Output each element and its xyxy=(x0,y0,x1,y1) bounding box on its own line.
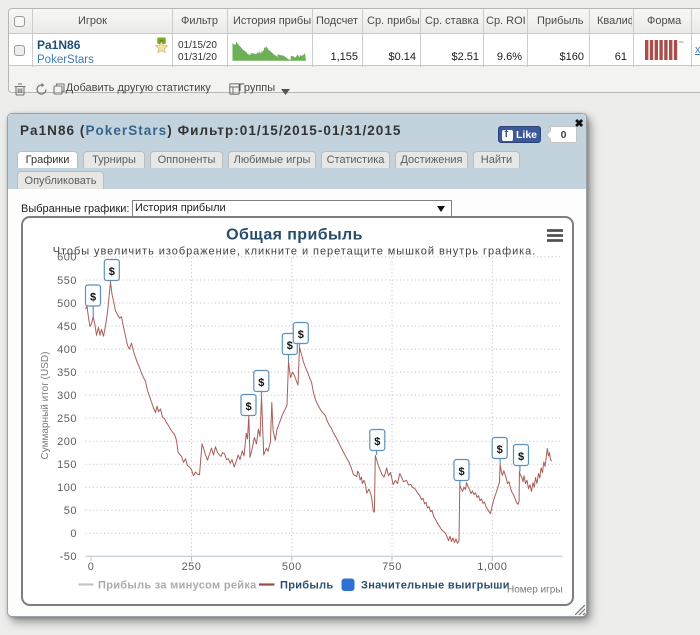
svg-text:$: $ xyxy=(374,436,380,448)
svg-text:Значительные выигрыши: Значительные выигрыши xyxy=(361,579,510,591)
svg-text:0: 0 xyxy=(70,528,77,540)
svg-text:Номер игры: Номер игры xyxy=(507,584,563,595)
svg-text:$: $ xyxy=(258,377,264,389)
svg-text:500: 500 xyxy=(57,297,77,309)
svg-text:$: $ xyxy=(245,401,251,413)
svg-text:-50: -50 xyxy=(59,551,76,563)
svg-text:350: 350 xyxy=(57,366,77,378)
svg-text:0: 0 xyxy=(87,561,94,573)
svg-text:Прибыль: Прибыль xyxy=(280,579,333,591)
svg-text:$: $ xyxy=(517,451,523,463)
svg-text:400: 400 xyxy=(57,343,77,355)
svg-text:Суммарный итог (USD): Суммарный итог (USD) xyxy=(40,351,51,459)
svg-text:100: 100 xyxy=(57,482,77,494)
svg-text:150: 150 xyxy=(57,459,77,471)
svg-text:Чтобы увеличить изображение, к: Чтобы увеличить изображение, кликните и … xyxy=(52,245,536,257)
svg-text:250: 250 xyxy=(181,561,201,573)
svg-text:$: $ xyxy=(108,266,114,278)
svg-text:Прибыль за минусом рейка: Прибыль за минусом рейка xyxy=(98,579,257,591)
svg-text:1,000: 1,000 xyxy=(477,561,507,573)
svg-text:450: 450 xyxy=(57,320,77,332)
svg-text:550: 550 xyxy=(57,274,77,286)
svg-text:500: 500 xyxy=(281,561,301,573)
svg-text:Общая прибыль: Общая прибыль xyxy=(226,226,363,243)
svg-text:750: 750 xyxy=(382,561,402,573)
svg-text:$: $ xyxy=(458,466,464,478)
svg-text:$: $ xyxy=(496,444,502,456)
svg-text:50: 50 xyxy=(63,505,76,517)
svg-text:300: 300 xyxy=(57,389,77,401)
svg-text:$: $ xyxy=(286,340,292,352)
svg-text:250: 250 xyxy=(57,412,77,424)
svg-text:$: $ xyxy=(297,329,303,341)
svg-text:$: $ xyxy=(89,291,95,303)
svg-text:200: 200 xyxy=(57,436,77,448)
